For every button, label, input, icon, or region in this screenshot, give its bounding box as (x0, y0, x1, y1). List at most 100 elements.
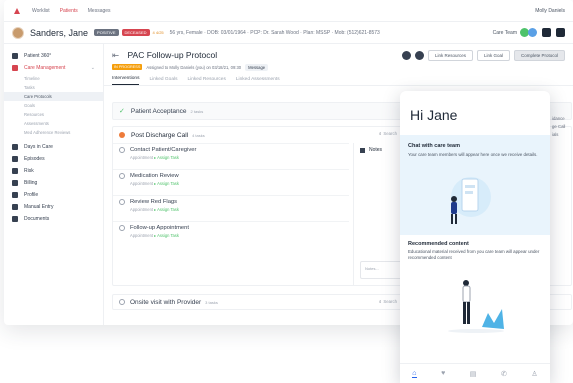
sidebar-item-days-in-care[interactable]: Days in Care (4, 141, 103, 153)
sidebar-item-label: Manual Entry (24, 204, 54, 210)
chat-text: Your care team members will appear here … (408, 152, 538, 157)
back-arrow-icon[interactable]: ⇤ (112, 50, 119, 60)
assigned-text: Assigned to Molly Daniels (you) on 03/18… (146, 64, 242, 70)
task-title: Contact Patient/Caregiver (130, 147, 197, 153)
status-badge-flag: 4 4/25 (152, 30, 164, 35)
task-row[interactable]: Contact Patient/Caregiver Appointment ▸ … (113, 143, 349, 169)
sidebar-item-label: Patient 360° (24, 53, 52, 59)
care-team[interactable]: Care Team (493, 28, 537, 37)
sidebar-item-billing[interactable]: Billing (4, 177, 103, 189)
patient-bar: Sanders, Jane POSITIVE DECEASED 4 4/25 5… (4, 22, 573, 44)
greeting: Hi Jane (410, 107, 458, 123)
home-icon[interactable]: ⌂ (412, 370, 417, 378)
nav-patients[interactable]: Patients (60, 8, 78, 14)
top-navigation: Worklist Patients Messages Molly Daniels (4, 0, 573, 22)
link-resources-button[interactable]: Link Resources (427, 49, 473, 61)
patient-name: Sanders, Jane (30, 27, 89, 38)
assignment-row: IN PROGRESS Assigned to Molly Daniels (y… (104, 62, 573, 72)
sidebar-item-episodes[interactable]: Episodes (4, 153, 103, 165)
message-icon[interactable] (542, 28, 551, 37)
task-row[interactable]: Follow-up Appointment Appointment ▸ Assi… (113, 221, 349, 247)
sidebar-sub-care-protocols[interactable]: Care Protocols (4, 92, 103, 101)
sidebar-item-manual-entry[interactable]: Manual Entry (4, 201, 103, 213)
sidebar-sub-assessments[interactable]: Assessments (4, 119, 103, 128)
sidebar-sub-goals[interactable]: Goals (4, 101, 103, 110)
phone-icon[interactable] (556, 28, 565, 37)
calendar-icon (12, 144, 18, 150)
tab-linked-goals[interactable]: Linked Goals (149, 77, 177, 85)
sidebar-item-care-management[interactable]: Care Management ⌄ (4, 62, 103, 74)
status-badge-deceased: DECEASED (121, 29, 150, 36)
pencil-icon (12, 204, 18, 210)
app-logo-icon (14, 7, 20, 14)
status-badge-positive: POSITIVE (94, 29, 119, 36)
recommended-text: Educational material received from you c… (408, 249, 540, 260)
task-status-icon[interactable] (119, 225, 125, 231)
tab-linked-assessments[interactable]: Linked Assessments (236, 77, 280, 85)
assign-task-link[interactable]: Assign Task (157, 233, 179, 238)
chevron-down-icon: ⌄ (90, 65, 95, 71)
nav-worklist[interactable]: Worklist (32, 8, 50, 14)
check-icon: ✓ (119, 108, 125, 115)
patient-meta: 56 yrs, Female · DOB: 03/01/1964 · PCP: … (169, 29, 380, 36)
task-row[interactable]: Review Red Flags Appointment ▸ Assign Ta… (113, 195, 349, 221)
sidebar-item-risk[interactable]: Risk (4, 165, 103, 177)
episodes-icon (12, 156, 18, 162)
assign-task-link[interactable]: Assign Task (157, 207, 179, 212)
sidebar-item-patient-360[interactable]: Patient 360° (4, 50, 103, 62)
chat-icon[interactable]: ▤ (470, 370, 477, 378)
sidebar-sub-timeline[interactable]: Timeline (4, 74, 103, 83)
task-title: Follow-up Appointment (130, 225, 189, 231)
sidebar-item-documents[interactable]: Documents (4, 213, 103, 225)
search-input[interactable]: ⌕ Search (379, 131, 397, 136)
sidebar-item-label: Profile (24, 192, 39, 198)
search-icon: ⌕ (379, 299, 382, 304)
view-icon[interactable] (414, 50, 424, 60)
user-name[interactable]: Molly Daniels (535, 8, 565, 14)
in-progress-icon (119, 132, 125, 138)
recommended-title: Recommended content (408, 241, 469, 247)
task-status-icon[interactable] (119, 147, 125, 153)
search-input[interactable]: ⌕ Search (379, 299, 397, 304)
task-type: Appointment (130, 207, 153, 212)
user-icon (12, 53, 18, 59)
care-team-label: Care Team (492, 29, 517, 36)
task-title: Medication Review (130, 173, 179, 179)
task-count: 3 tasks (205, 299, 218, 305)
assign-task-link[interactable]: Assign Task (157, 155, 179, 160)
cutoff-panel-text: idance ge Call ials (552, 116, 566, 137)
complete-protocol-button[interactable]: Complete Protocol (513, 49, 565, 61)
task-status-icon[interactable] (119, 199, 125, 205)
sidebar: Patient 360° Care Management ⌄ Timeline … (4, 44, 104, 325)
profile-icon (12, 192, 18, 198)
sidebar-item-label: Risk (24, 168, 34, 174)
intervention-title: Patient Acceptance (130, 107, 187, 115)
assign-task-link[interactable]: Assign Task (157, 181, 179, 186)
tab-linked-resources[interactable]: Linked Resources (187, 77, 225, 85)
phone-icon[interactable]: ✆ (501, 370, 507, 378)
status-badge: IN PROGRESS (112, 64, 143, 70)
task-row[interactable]: Medication Review Appointment ▸ Assign T… (113, 169, 349, 195)
sidebar-item-label: Documents (24, 216, 50, 222)
sidebar-sub-med-adherence[interactable]: Med Adherence Reviews (4, 128, 103, 137)
print-icon[interactable] (401, 50, 411, 60)
intervention-status-icon (119, 299, 125, 305)
protocol-title: PAC Follow-up Protocol (127, 49, 218, 60)
intervention-title: Onsite visit with Provider (130, 298, 202, 306)
link-goal-button[interactable]: Link Goal (476, 49, 510, 61)
message-button[interactable]: Message (245, 63, 269, 71)
profile-icon[interactable]: ♙ (531, 370, 537, 378)
chat-card[interactable]: Chat with care team Your care team membe… (400, 135, 550, 235)
sidebar-item-profile[interactable]: Profile (4, 189, 103, 201)
tab-interventions[interactable]: Interventions (112, 76, 140, 85)
task-count: 2 tasks (190, 108, 204, 114)
bottom-navigation: ⌂ ♥ ▤ ✆ ♙ (400, 363, 550, 383)
sidebar-sub-resources[interactable]: Resources (4, 110, 103, 119)
heart-icon (12, 168, 18, 174)
task-count: 4 tasks (192, 132, 205, 138)
nav-messages[interactable]: Messages (88, 8, 111, 14)
heart-icon[interactable]: ♥ (441, 370, 445, 377)
sidebar-sub-tasks[interactable]: Tasks (4, 83, 103, 92)
task-status-icon[interactable] (119, 173, 125, 179)
notes-title: Notes (369, 147, 383, 153)
